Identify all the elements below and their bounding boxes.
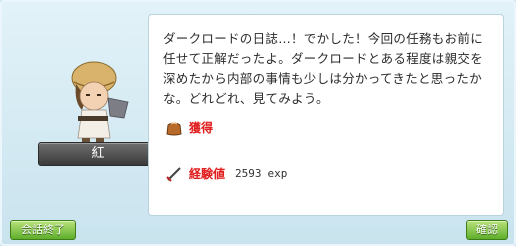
reward-exp-unit: exp xyxy=(267,167,288,180)
dialog-message: ダークロードの日誌…！でかした！今回の任務もお前に任せて正解だったよ。ダークロー… xyxy=(163,31,484,106)
npc-name-label: 紅 xyxy=(38,142,158,166)
dialog-content-panel: ダークロードの日誌…！でかした！今回の任務もお前に任せて正解だったよ。ダークロー… xyxy=(148,14,504,216)
end-chat-button[interactable]: 会話終了 xyxy=(10,220,76,240)
reward-exp-value: 2593 xyxy=(235,167,262,180)
reward-exp-label: 経験値 xyxy=(189,167,226,181)
reward-exp-row: 経験値 2593 exp xyxy=(165,165,287,182)
npc-portrait-image xyxy=(71,61,129,150)
sword-icon xyxy=(166,166,181,182)
reward-item-label: 獲得 xyxy=(189,121,214,135)
bag-icon xyxy=(166,121,182,135)
confirm-button[interactable]: 確認 xyxy=(466,220,508,240)
npc-portrait-area: 紅 xyxy=(16,14,158,214)
npc-dialog-window: 紅 ダークロードの日誌…！でかした！今回の任務もお前に任せて正解だったよ。ダーク… xyxy=(0,0,516,246)
reward-item-row: 獲得 xyxy=(165,119,213,136)
